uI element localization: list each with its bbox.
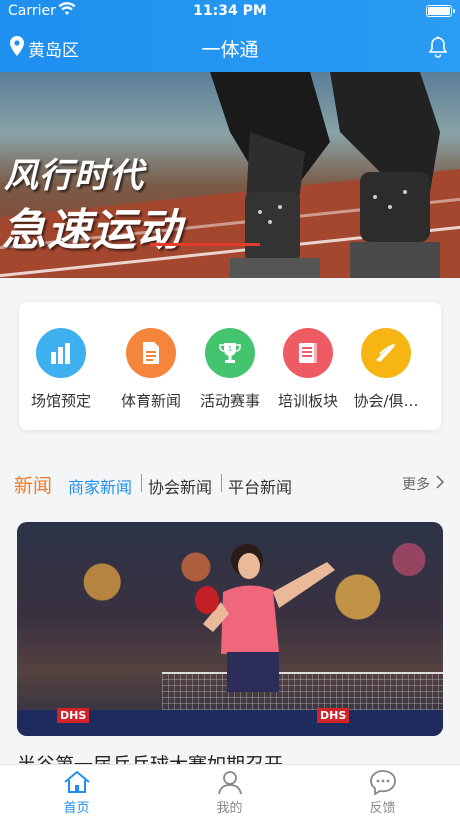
menu-item-label: 活动赛事 bbox=[199, 392, 260, 410]
status-time: 11:34 PM bbox=[193, 3, 267, 19]
quick-menu: 场馆预定 体育新闻 1 活动赛事 培训板块 协会/俱… bbox=[19, 302, 441, 430]
menu-item-venue-booking[interactable]: 场馆预定 bbox=[21, 328, 101, 411]
banner-accent-line bbox=[150, 243, 260, 246]
home-icon bbox=[63, 770, 90, 793]
menu-item-label: 协会/俱… bbox=[353, 392, 419, 410]
menu-icon-circle: 1 bbox=[205, 328, 255, 378]
app-screen: Carrier 11:34 PM 黄岛区 一体通 风行时代 急速运动 场馆预定 … bbox=[0, 0, 460, 818]
banner-runner-image bbox=[210, 72, 440, 278]
menu-icon-circle bbox=[126, 328, 176, 378]
menu-item-label: 培训板块 bbox=[277, 392, 338, 410]
profile-icon bbox=[217, 771, 242, 795]
tab-profile[interactable]: 我的 bbox=[153, 769, 306, 816]
bell-icon[interactable] bbox=[428, 36, 448, 62]
tab-merchant-news[interactable]: 商家新闻 bbox=[68, 474, 132, 498]
menu-item-label: 场馆预定 bbox=[30, 392, 91, 410]
photo-sponsor-label: DHS bbox=[57, 708, 90, 723]
more-link[interactable]: 更多 bbox=[402, 474, 445, 494]
trophy-icon: 1 bbox=[219, 343, 241, 363]
menu-icon-circle bbox=[361, 328, 411, 378]
tab-feedback[interactable]: 反馈 bbox=[306, 769, 459, 816]
photo-player bbox=[195, 544, 335, 692]
tab-label: 首页 bbox=[63, 801, 90, 816]
page-title: 一体通 bbox=[201, 39, 259, 61]
banner-caption-top: 风行时代 bbox=[4, 156, 144, 196]
header: Carrier 11:34 PM 黄岛区 一体通 bbox=[0, 0, 460, 72]
menu-icon-circle bbox=[36, 328, 86, 378]
menu-item-sports-news[interactable]: 体育新闻 bbox=[111, 328, 191, 411]
association-icon bbox=[376, 344, 396, 362]
tab-platform-news[interactable]: 平台新闻 bbox=[228, 474, 292, 498]
feedback-chat-icon bbox=[369, 770, 396, 795]
banner-caption-bottom: 急速运动 bbox=[2, 205, 182, 256]
chevron-right-icon bbox=[436, 475, 445, 493]
news-section-header: 新闻 商家新闻 协会新闻 平台新闻 更多 bbox=[0, 464, 460, 504]
tab-association-news[interactable]: 协会新闻 bbox=[148, 474, 212, 498]
menu-item-label: 体育新闻 bbox=[120, 392, 181, 410]
menu-item-events[interactable]: 1 活动赛事 bbox=[190, 328, 270, 411]
news-section-title: 新闻 bbox=[14, 475, 53, 497]
news-document-icon bbox=[143, 342, 159, 364]
menu-icon-circle bbox=[283, 328, 333, 378]
tab-divider bbox=[141, 474, 142, 492]
news-article-image[interactable]: DHS DHS bbox=[17, 522, 443, 736]
tab-home[interactable]: 首页 bbox=[0, 769, 153, 816]
stadium-icon bbox=[51, 343, 70, 364]
nav-bar: 黄岛区 一体通 bbox=[0, 30, 460, 66]
bottom-tab-bar: 首页 我的 反馈 bbox=[0, 764, 460, 818]
menu-item-association[interactable]: 协会/俱… bbox=[346, 328, 426, 411]
svg-text:1: 1 bbox=[228, 345, 232, 353]
banner-carousel[interactable]: 风行时代 急速运动 bbox=[0, 72, 460, 278]
menu-item-training[interactable]: 培训板块 bbox=[268, 328, 348, 411]
status-bar: Carrier 11:34 PM bbox=[0, 0, 460, 24]
battery-icon bbox=[426, 5, 455, 17]
tab-label: 反馈 bbox=[369, 801, 396, 816]
tab-label: 我的 bbox=[216, 801, 243, 816]
photo-sponsor-label: DHS bbox=[317, 708, 350, 723]
tab-divider bbox=[221, 474, 222, 492]
training-book-icon bbox=[299, 343, 317, 363]
more-label: 更多 bbox=[402, 477, 430, 493]
